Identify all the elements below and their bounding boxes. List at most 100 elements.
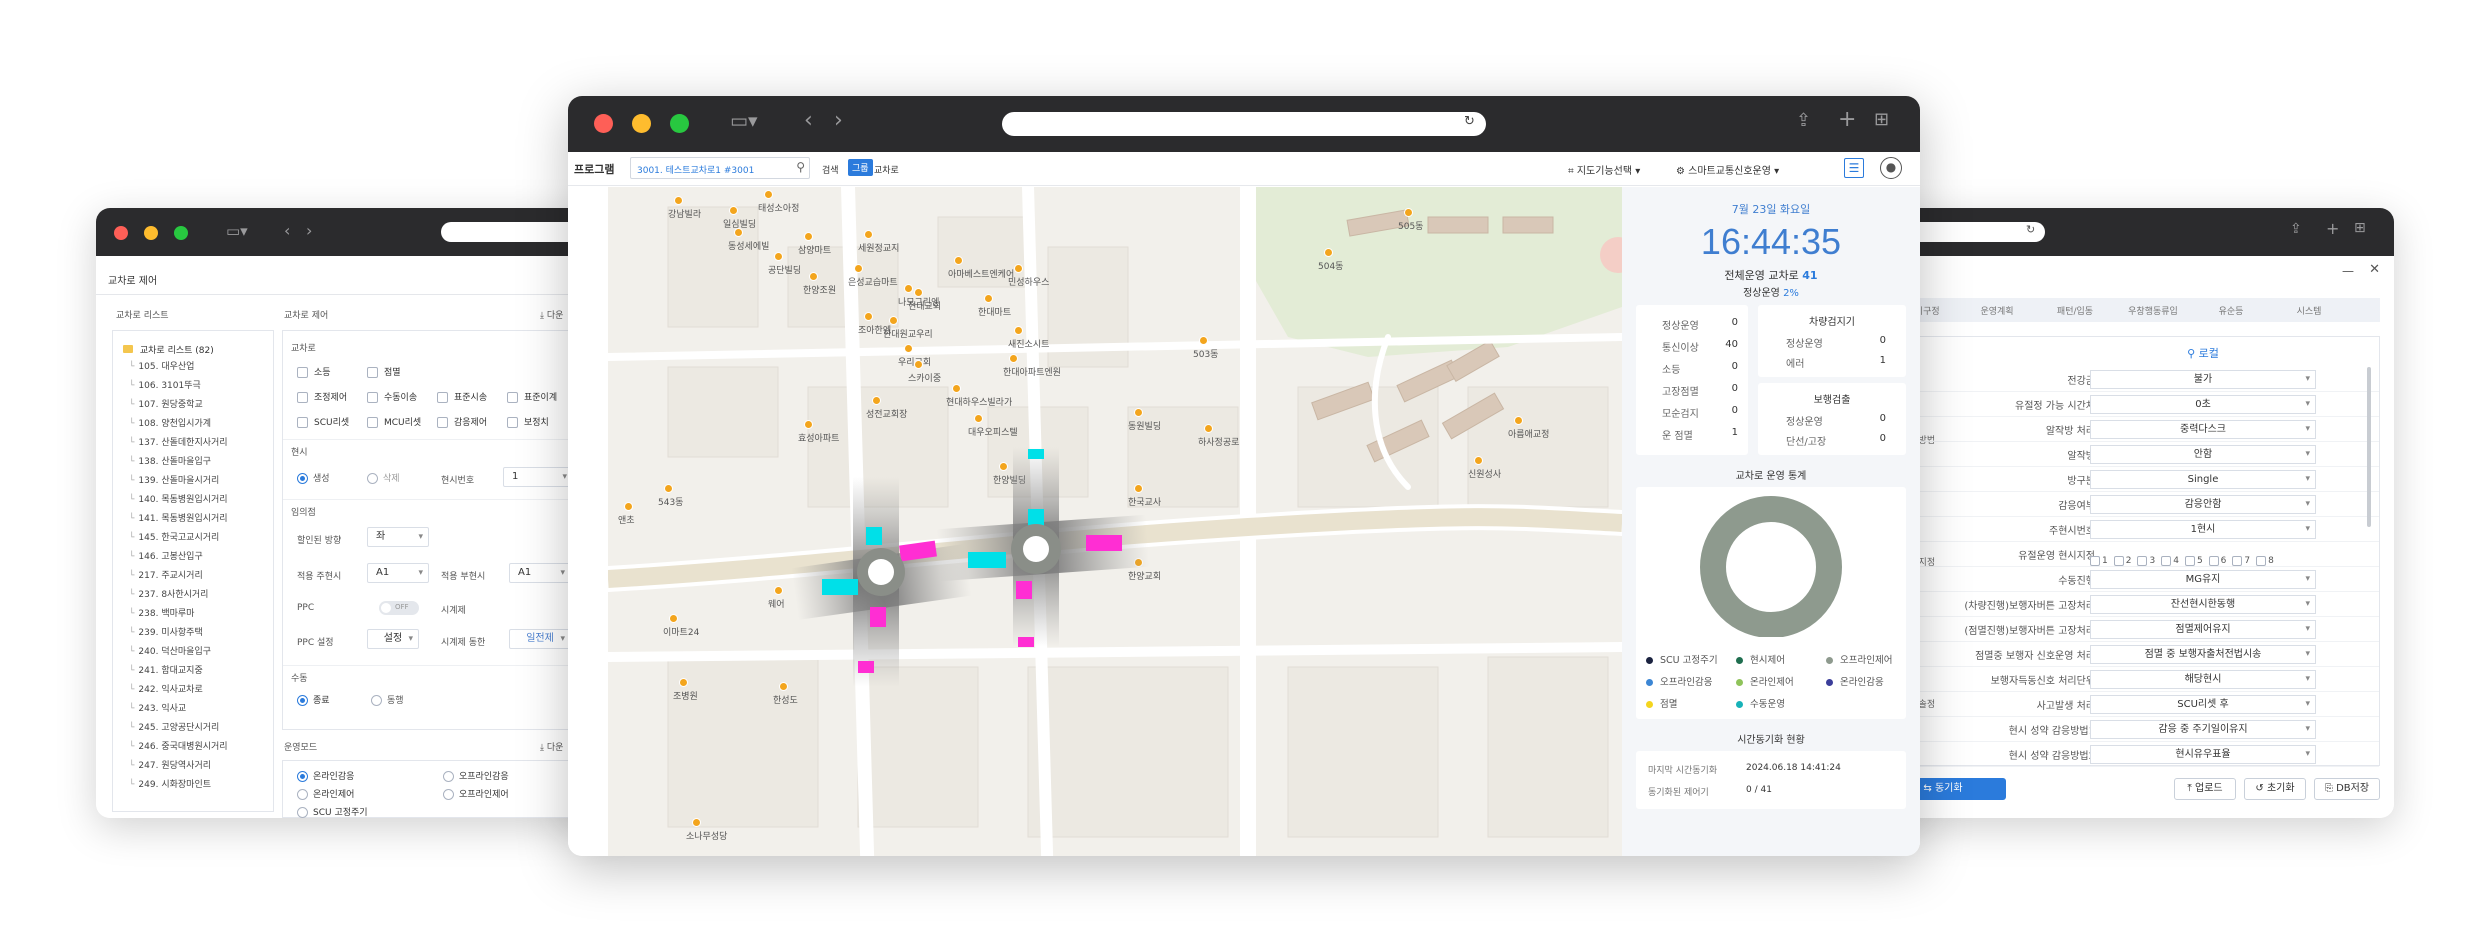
row-select[interactable]: Single [2090,470,2316,489]
row-select[interactable]: 감응 중 주기일이유지 [2090,720,2316,739]
tabs-icon[interactable]: ⊞ [1874,109,1889,130]
tree-item[interactable]: └ 243. 익사교 [129,701,186,714]
tree-item[interactable]: └ 237. 8사한시거리 [129,587,208,600]
upload-button[interactable]: ⤒ 업로드 [2174,778,2236,800]
row-select[interactable]: 점멸 중 보행자출처전법시송 [2090,645,2316,664]
smart-traffic-select[interactable]: ⚙ 스마트교통신호운영 ▾ [1676,162,1779,177]
row-select[interactable]: 점멸제어유지 [2090,620,2316,639]
mode-offline-control[interactable]: 오프라인제어 [443,787,509,800]
tree-item[interactable]: └ 140. 목동병원입시거리 [129,492,228,505]
back-icon[interactable]: ‹ [284,221,290,240]
map-function-select[interactable]: ⌗ 지도기능선택 ▾ [1568,162,1640,177]
row-select[interactable]: MG유지 [2090,570,2316,589]
zoom-dot[interactable] [174,226,188,240]
user-icon[interactable]: ● [1880,157,1902,179]
option-checkbox[interactable]: 감응제어 [437,415,487,428]
option-checkbox[interactable]: 조정제어 [297,390,347,403]
mode-scu-fixed[interactable]: SCU 고정주기 [297,805,368,818]
tree-item[interactable]: └ 137. 산돌데한지사거리 [129,435,228,448]
zoom-dot[interactable] [670,114,689,133]
forward-icon[interactable]: › [834,108,843,133]
db-save-button[interactable]: ⎘ DB저장 [2314,778,2380,800]
tree-item[interactable]: └ 247. 원당역사거리 [129,758,211,771]
tree-item[interactable]: └ 241. 함대교지중 [129,663,203,676]
tree-root[interactable]: 교차로 리스트 (82) [123,343,214,356]
row-select[interactable]: 잔선현시한동행 [2090,595,2316,614]
row-select[interactable]: 감응안함 [2090,495,2316,514]
center-url-bar[interactable] [1002,112,1486,136]
option-checkbox[interactable]: 점멸 [367,365,401,378]
tree-item[interactable]: └ 217. 주교시거리 [129,568,203,581]
checkbox-box[interactable] [437,417,448,428]
phase-checkbox[interactable]: 8 [2256,555,2274,566]
close-icon[interactable]: ✕ [2369,262,2380,277]
tabs-icon[interactable]: ⊞ [2354,220,2366,236]
option-checkbox[interactable]: MCU리셋 [367,415,421,428]
settings-tab[interactable]: 운영계획 [1958,304,2036,317]
phase-checkbox[interactable]: 4 [2161,555,2179,566]
settings-tab[interactable]: 패턴/입동 [2036,304,2114,317]
download-button[interactable]: ⤓ 다운 [540,308,563,321]
tree-item[interactable]: └ 106. 3101뚜극 [129,378,201,391]
reload-icon[interactable]: ↻ [2026,223,2035,236]
radio-run[interactable]: 동행 [371,693,404,706]
row-select[interactable]: 1현시 [2090,520,2316,539]
reset-button[interactable]: ↺ 초기화 [2244,778,2306,800]
apply-select[interactable]: A1 [367,563,429,583]
row-select[interactable]: 중력다스크 [2090,420,2316,439]
row-select[interactable]: SCU리셋 후 [2090,695,2316,714]
tree-item[interactable]: └ 246. 중국대병원시거리 [129,739,228,752]
ppc-set-button[interactable]: 설정 [367,629,419,649]
settings-tab[interactable]: 유순등 [2192,304,2270,317]
tree-item[interactable]: └ 146. 고봉산입구 [129,549,203,562]
sidebar-icon[interactable]: ▭▾ [730,110,758,132]
mode-online-control[interactable]: 온라인제어 [297,787,354,800]
checkbox-box[interactable] [437,392,448,403]
phase-checkbox[interactable]: 2 [2113,555,2131,566]
phase-no-input[interactable]: 1 [503,467,573,487]
tree-item[interactable]: └ 108. 양천입시가계 [129,416,211,429]
map-area[interactable]: 강남빌라 일심빌딩 태성소아정 동성세에빌 삼양마트 세원정교지 공단빌딩 은성교습마트 한양조… [608,187,1622,856]
row-select[interactable]: 0초 [2090,395,2316,414]
tree-item[interactable]: └ 145. 한국고교시거리 [129,530,219,543]
share-icon[interactable]: ⇪ [1796,110,1811,131]
group-button[interactable]: 그룹 [848,159,873,176]
forward-icon[interactable]: › [306,221,312,240]
reload-icon[interactable]: ↻ [1464,114,1475,129]
minimize-dot[interactable] [632,114,651,133]
checkbox-box[interactable] [297,392,308,403]
download2-button[interactable]: ⤓ 다운 [540,740,563,753]
option-checkbox[interactable]: 표준이계 [507,390,557,403]
tree-item[interactable]: └ 240. 덕산마을입구 [129,644,211,657]
tree-item[interactable]: └ 238. 백마루마 [129,606,194,619]
settings-tab[interactable]: 우창행동류입 [2114,304,2192,317]
row-select[interactable]: 해당현시 [2090,670,2316,689]
minimize-icon[interactable]: — [2342,264,2354,278]
tree-item[interactable]: └ 242. 익사교차로 [129,682,203,695]
apply2-select[interactable]: A1 [509,563,571,583]
option-checkbox[interactable]: 소등 [297,365,331,378]
tree-item[interactable]: └ 239. 미사항주택 [129,625,203,638]
share-icon[interactable]: ⇪ [2290,221,2302,237]
close-dot[interactable] [594,114,613,133]
checkbox-box[interactable] [507,417,518,428]
panel-scrollbar[interactable] [2367,367,2371,527]
list-view-icon[interactable]: ☰ [1844,158,1864,178]
radio-delete[interactable]: 삭제 [367,471,400,484]
timer-sync-button[interactable]: 일전제 [509,629,571,649]
sidebar-icon[interactable]: ▭▾ [226,222,248,240]
tree-item[interactable]: └ 249. 시화장마인트 [129,777,211,790]
search-input[interactable]: 3001. 테스트교차로1 #3001 ⚲ [630,157,810,179]
option-checkbox[interactable]: 표준시송 [437,390,487,403]
option-checkbox[interactable]: 보정치 [507,415,549,428]
row-select[interactable]: 현시유우표율 [2090,745,2316,764]
checkbox-box[interactable] [297,367,308,378]
phase-checkbox[interactable]: 7 [2232,555,2250,566]
row-select[interactable]: 안함 [2090,445,2316,464]
tree-item[interactable]: └ 141. 목동병원입시거리 [129,511,228,524]
new-tab-icon[interactable]: + [1838,107,1856,132]
mode-online-actuated[interactable]: 온라인감응 [297,769,354,782]
search-icon[interactable]: ⚲ [796,160,805,174]
tree-item[interactable]: └ 139. 산돌마을시거리 [129,473,219,486]
phase-checkbox[interactable]: 1 [2090,555,2108,566]
